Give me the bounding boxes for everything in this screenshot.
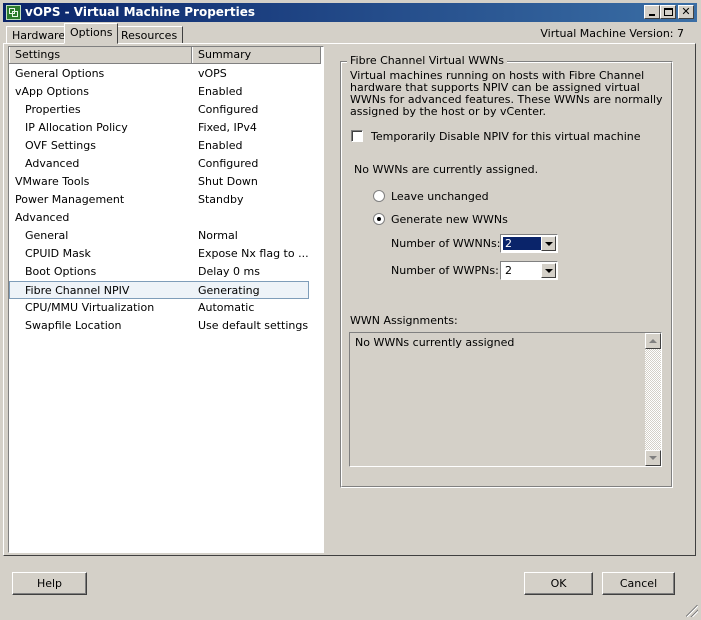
list-row-cpuid-mask[interactable]: CPUID Mask Expose Nx flag to ...: [9, 245, 323, 263]
row-setting: CPUID Mask: [25, 247, 91, 260]
minimize-icon: [649, 14, 655, 16]
fibre-description: Virtual machines running on hosts with F…: [350, 69, 663, 118]
row-summary: Generating: [198, 284, 260, 297]
list-row-swapfile-location[interactable]: Swapfile Location Use default settings: [9, 317, 323, 335]
list-row-vapp-advanced[interactable]: Advanced Configured: [9, 155, 323, 173]
tab-resources[interactable]: Resources: [115, 26, 184, 44]
maximize-icon: [664, 8, 673, 16]
wwn-assignments-text: No WWNs currently assigned: [355, 336, 515, 349]
row-setting: General: [25, 229, 69, 242]
row-setting: IP Allocation Policy: [25, 121, 128, 134]
generate-new-radio[interactable]: [373, 213, 385, 225]
list-row-boot-options[interactable]: Boot Options Delay 0 ms: [9, 263, 323, 281]
cancel-button[interactable]: Cancel: [602, 572, 675, 595]
row-summary: Enabled: [198, 139, 243, 152]
chevron-down-icon[interactable]: [541, 236, 556, 251]
wwpns-label: Number of WWPNs:: [391, 264, 499, 277]
window-title: vOPS - Virtual Machine Properties: [25, 5, 255, 19]
vm-app-icon: [6, 5, 21, 20]
row-setting: VMware Tools: [15, 175, 90, 188]
row-setting: Boot Options: [25, 265, 97, 278]
row-setting: Fibre Channel NPIV: [25, 284, 130, 297]
row-setting: vApp Options: [15, 85, 89, 98]
close-icon: ✕: [681, 5, 691, 18]
help-button[interactable]: Help: [12, 572, 87, 595]
scroll-down-button[interactable]: [645, 450, 661, 466]
disable-npiv-checkbox[interactable]: [351, 130, 363, 142]
ok-button[interactable]: OK: [524, 572, 593, 595]
settings-list[interactable]: Settings Summary General Options vOPS vA…: [8, 46, 324, 553]
leave-unchanged-radio[interactable]: [373, 190, 385, 202]
row-setting: General Options: [15, 67, 105, 80]
wwn-assignments-box[interactable]: No WWNs currently assigned: [349, 332, 662, 467]
scroll-up-button[interactable]: [645, 333, 661, 349]
leave-unchanged-label[interactable]: Leave unchanged: [391, 190, 489, 203]
close-button[interactable]: ✕: [678, 5, 694, 19]
row-summary: Configured: [198, 157, 259, 170]
row-setting: OVF Settings: [25, 139, 96, 152]
row-setting: Advanced: [25, 157, 80, 170]
row-setting: CPU/MMU Virtualization: [25, 301, 155, 314]
wwnns-select[interactable]: 2: [500, 234, 558, 253]
row-summary: Standby: [198, 193, 244, 206]
header-summary[interactable]: Summary: [192, 47, 321, 63]
row-summary: Enabled: [198, 85, 243, 98]
row-summary: Delay 0 ms: [198, 265, 260, 278]
disable-npiv-label[interactable]: Temporarily Disable NPIV for this virtua…: [371, 130, 641, 143]
title-bar[interactable]: vOPS - Virtual Machine Properties ✕: [3, 3, 697, 22]
list-row-ip-allocation[interactable]: IP Allocation Policy Fixed, IPv4: [9, 119, 323, 137]
no-wwns-text: No WWNs are currently assigned.: [354, 163, 539, 176]
row-setting: Swapfile Location: [25, 319, 122, 332]
wwpns-select[interactable]: 2: [500, 261, 558, 280]
minimize-button[interactable]: [644, 5, 660, 19]
list-row-vapp-options[interactable]: vApp Options Enabled: [9, 83, 323, 101]
vertical-scrollbar[interactable]: [645, 333, 661, 466]
row-setting: Advanced: [15, 211, 70, 224]
row-summary: Use default settings: [198, 319, 309, 332]
row-summary: Configured: [198, 103, 259, 116]
tab-hardware[interactable]: Hardware: [6, 26, 72, 44]
resize-grip-icon[interactable]: [686, 605, 698, 617]
generate-new-label[interactable]: Generate new WWNs: [391, 213, 508, 226]
row-setting: Properties: [25, 103, 81, 116]
list-row-ovf-settings[interactable]: OVF Settings Enabled: [9, 137, 323, 155]
wwnns-value: 2: [502, 236, 542, 251]
wwnns-label: Number of WWNNs:: [391, 237, 501, 250]
row-summary: Expose Nx flag to ...: [198, 247, 309, 260]
chevron-down-icon[interactable]: [541, 263, 556, 278]
list-header: Settings Summary: [9, 47, 321, 64]
row-summary: vOPS: [198, 67, 227, 80]
tab-options[interactable]: Options: [64, 23, 119, 44]
row-summary: Fixed, IPv4: [198, 121, 257, 134]
row-setting: Power Management: [15, 193, 125, 206]
list-row-general-options[interactable]: General Options vOPS: [9, 65, 323, 83]
vm-version-label: Virtual Machine Version: 7: [540, 27, 684, 40]
list-row-advanced[interactable]: Advanced: [9, 209, 323, 227]
wwn-assignments-label: WWN Assignments:: [350, 314, 458, 327]
row-summary: Automatic: [198, 301, 255, 314]
wwpns-value: 2: [505, 264, 512, 277]
list-row-properties[interactable]: Properties Configured: [9, 101, 323, 119]
list-row-fibre-channel-npiv[interactable]: Fibre Channel NPIV Generating: [9, 281, 309, 299]
list-row-general[interactable]: General Normal: [9, 227, 323, 245]
group-title: Fibre Channel Virtual WWNs: [347, 54, 507, 67]
maximize-button[interactable]: [660, 5, 676, 19]
properties-window: vOPS - Virtual Machine Properties ✕ Hard…: [0, 0, 701, 620]
list-row-cpu-mmu[interactable]: CPU/MMU Virtualization Automatic: [9, 299, 323, 317]
row-summary: Normal: [198, 229, 238, 242]
list-row-power-management[interactable]: Power Management Standby: [9, 191, 323, 209]
header-settings[interactable]: Settings: [9, 47, 192, 63]
row-summary: Shut Down: [198, 175, 258, 188]
list-row-vmware-tools[interactable]: VMware Tools Shut Down: [9, 173, 323, 191]
